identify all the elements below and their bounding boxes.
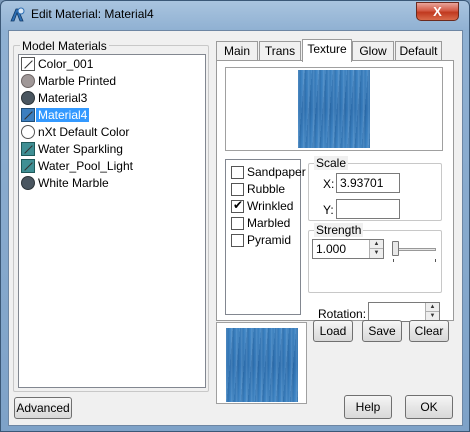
texture-preview-frame	[225, 67, 443, 151]
material-label: White Marble	[38, 176, 109, 190]
help-button[interactable]: Help	[344, 395, 392, 419]
material-swatch-icon	[21, 57, 35, 71]
material-list-item[interactable]: Material3	[21, 90, 207, 106]
texture-thumbnail-image	[226, 328, 298, 402]
tab-texture[interactable]: Texture	[302, 39, 352, 62]
effect-checkbox-row[interactable]: Rubble	[231, 181, 285, 197]
material-label: Marble Printed	[38, 74, 117, 88]
strength-label: Strength	[314, 223, 364, 237]
material-label: Water Sparkling	[38, 142, 123, 156]
dialog-client-area: Model Materials Color_001 Marble Printed M…	[8, 30, 463, 426]
window-title: Edit Material: Material4	[31, 7, 154, 21]
app-icon	[10, 7, 25, 22]
spin-up-icon[interactable]: ▲	[426, 303, 439, 312]
load-button[interactable]: Load	[313, 320, 353, 342]
advanced-button[interactable]: Advanced	[14, 397, 72, 419]
save-button[interactable]: Save	[362, 320, 402, 342]
scale-x-label: X:	[323, 177, 335, 191]
material-list-item[interactable]: Material4	[21, 107, 207, 123]
material-label: Color_001	[38, 57, 94, 71]
texture-thumbnail-frame	[216, 322, 307, 404]
material-label: Material4	[36, 108, 90, 122]
effect-label: Pyramid	[247, 233, 292, 247]
material-swatch-icon	[21, 159, 35, 173]
slider-tick	[393, 259, 394, 262]
effect-checkbox-row[interactable]: Pyramid	[231, 232, 291, 248]
effect-checkbox[interactable]	[231, 233, 244, 247]
close-button[interactable]: X	[416, 2, 459, 21]
clear-button[interactable]: Clear	[409, 320, 449, 342]
close-icon: X	[433, 4, 442, 19]
strength-spinner[interactable]: ▲ ▼	[369, 240, 383, 258]
strength-input[interactable]: 1.000 ▲ ▼	[312, 239, 384, 259]
material-swatch-icon	[21, 176, 35, 190]
material-list-item[interactable]: Color_001	[21, 56, 207, 72]
spin-down-icon[interactable]: ▼	[370, 249, 383, 258]
material-list-item[interactable]: Water Sparkling	[21, 141, 207, 157]
tab-trans[interactable]: Trans	[259, 41, 301, 61]
texture-preview-image	[298, 70, 370, 148]
effect-label: Sandpaper	[247, 165, 306, 179]
effect-checkbox[interactable]	[231, 165, 244, 179]
strength-slider[interactable]	[388, 239, 440, 262]
effect-checkbox-row[interactable]: Sandpaper	[231, 164, 306, 180]
tab-main[interactable]: Main	[216, 41, 258, 61]
effect-checkbox-row[interactable]: Wrinkled	[231, 198, 293, 214]
effect-label: Rubble	[247, 182, 286, 196]
strength-value: 1.000	[316, 242, 347, 256]
rotation-input[interactable]: ▲ ▼	[368, 302, 440, 322]
texture-effects-list: Sandpaper Rubble Wrinkled Marbled Pyramid	[225, 159, 306, 315]
scale-y-label: Y:	[323, 203, 334, 217]
slider-tick	[435, 259, 436, 262]
material-swatch-icon	[21, 108, 35, 122]
material-list-item[interactable]: White Marble	[21, 175, 207, 191]
material-list-item[interactable]: Marble Printed	[21, 73, 207, 89]
slider-thumb[interactable]	[392, 241, 399, 256]
effect-checkbox[interactable]	[231, 216, 244, 230]
material-swatch-icon	[21, 125, 35, 139]
scale-x-input[interactable]: 3.93701	[336, 173, 400, 193]
material-swatch-icon	[21, 74, 35, 88]
tab-glow[interactable]: Glow	[352, 41, 394, 61]
edit-material-window: Edit Material: Material4 X Model Materia…	[0, 0, 470, 432]
effect-label: Marbled	[247, 216, 291, 230]
effect-checkbox[interactable]	[231, 198, 244, 213]
rotation-spinner[interactable]: ▲ ▼	[425, 303, 439, 321]
scale-label: Scale	[314, 156, 349, 170]
tab-default[interactable]: Default	[395, 41, 442, 61]
effect-checkbox-row[interactable]: Marbled	[231, 215, 290, 231]
model-materials-label: Model Materials	[20, 39, 109, 53]
material-list-item[interactable]: nXt Default Color	[21, 124, 207, 140]
ok-button[interactable]: OK	[405, 395, 453, 419]
texture-tab-panel: Sandpaper Rubble Wrinkled Marbled Pyramid Sc…	[216, 60, 454, 322]
materials-list[interactable]: Color_001 Marble Printed Material3 Material…	[18, 54, 206, 388]
material-label: Material3	[38, 91, 88, 105]
scale-y-input[interactable]	[336, 199, 400, 219]
material-label: Water_Pool_Light	[38, 159, 133, 173]
title-bar[interactable]: Edit Material: Material4 X	[1, 1, 469, 29]
material-list-item[interactable]: Water_Pool_Light	[21, 158, 207, 174]
spin-up-icon[interactable]: ▲	[370, 240, 383, 249]
material-swatch-icon	[21, 91, 35, 105]
material-swatch-icon	[21, 142, 35, 156]
effect-checkbox[interactable]	[231, 182, 244, 196]
material-label: nXt Default Color	[38, 125, 130, 139]
effect-label: Wrinkled	[247, 199, 294, 213]
rotation-label: Rotation:	[318, 307, 367, 321]
